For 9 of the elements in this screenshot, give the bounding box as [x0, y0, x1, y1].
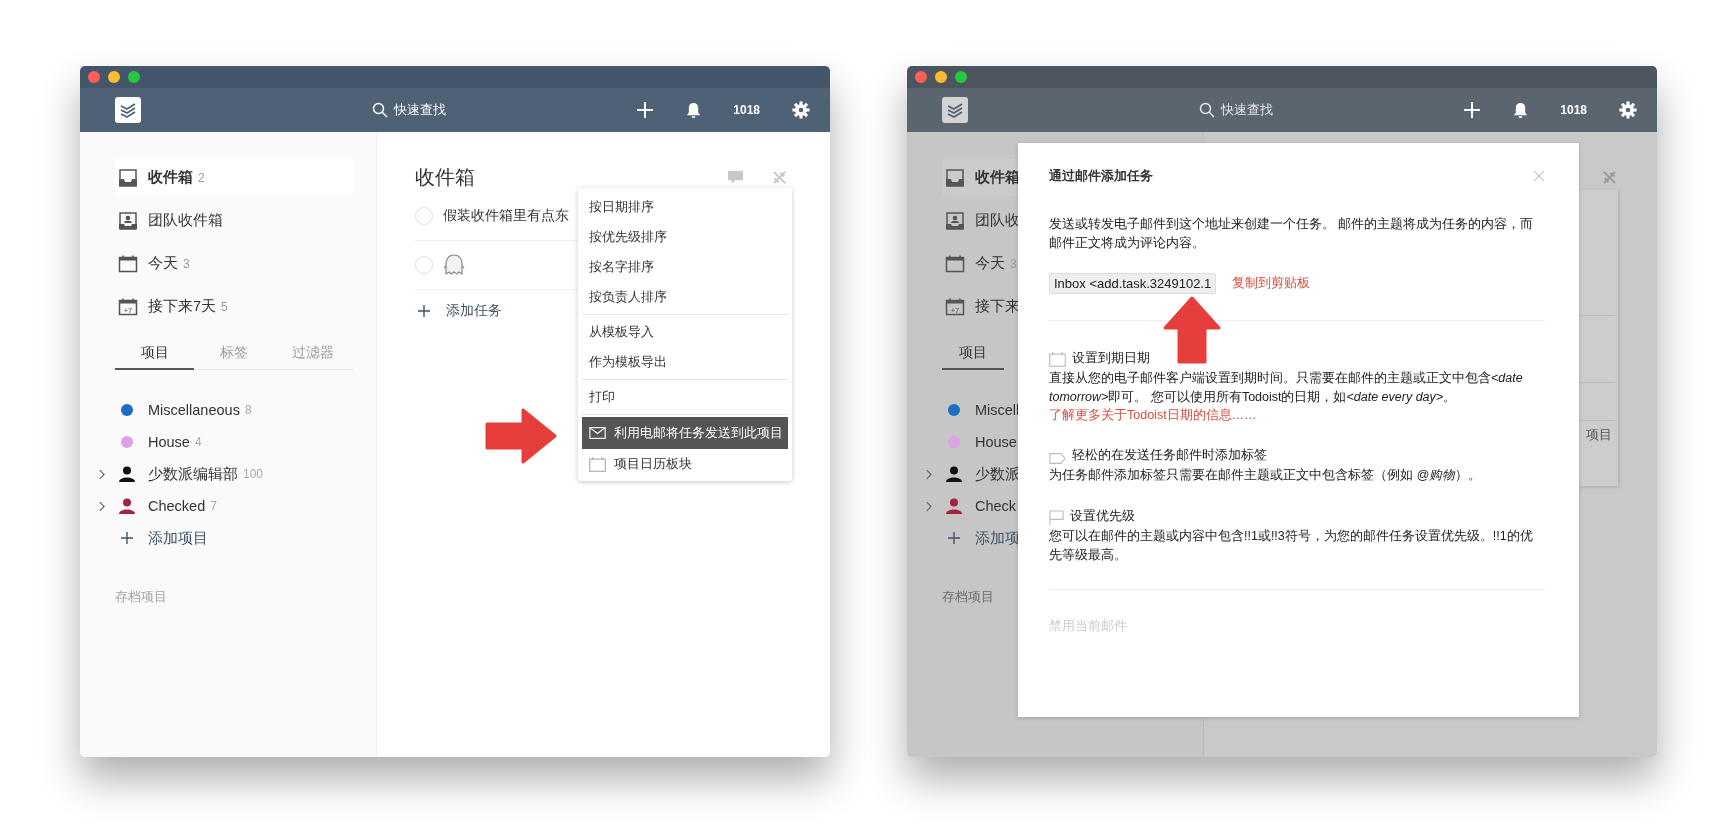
project-title: 收件箱: [415, 164, 475, 190]
section-text: 您可以在邮件的主题或内容中包含!!1或!!3符号，为您的邮件任务设置优先级。!!1的优先等级最高。: [1049, 528, 1534, 564]
section-heading: 轻松的在发送任务邮件时添加标签: [1072, 446, 1267, 464]
section-heading: 设置到期日期: [1072, 349, 1150, 367]
dialog-description: 发送或转发电子邮件到这个地址来创建一个任务。 邮件的主题将成为任务的内容，而邮件正文将成为评论内容。: [1049, 216, 1535, 252]
section-text: 为任务邮件添加标签只需要在邮件主题或正文中包含标签（例如 @购物）。: [1049, 467, 1483, 484]
section-heading: 设置优先级: [1070, 507, 1135, 525]
section-text: 直接从您的电子邮件客户端设置到期时间。只需要在邮件的主题或正文中包含<date tomorrow>即可。 您可以使用所有Todoist的日期，如<date every day>。: [1049, 370, 1524, 406]
dialog-title: 通过邮件添加任务: [1049, 167, 1153, 185]
